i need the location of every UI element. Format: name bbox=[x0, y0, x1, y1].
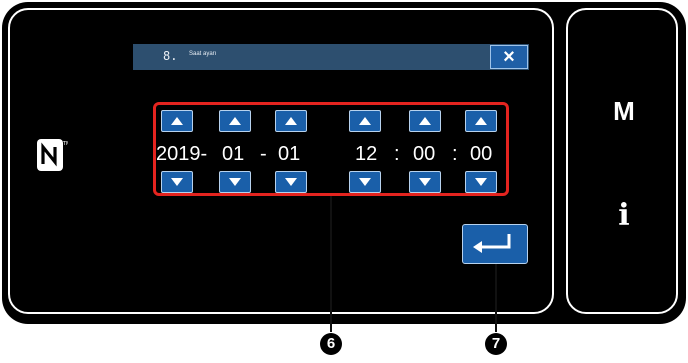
hour-up-button[interactable] bbox=[349, 110, 381, 132]
day-up-button[interactable] bbox=[275, 110, 307, 132]
day-down-button[interactable] bbox=[275, 171, 307, 193]
arrow-down-icon bbox=[171, 178, 183, 186]
year-value: 2019- bbox=[156, 143, 208, 165]
year-down-button[interactable] bbox=[161, 171, 193, 193]
callout-7: 7 bbox=[485, 333, 507, 355]
arrow-up-icon bbox=[171, 117, 183, 125]
info-button[interactable]: i bbox=[604, 198, 644, 233]
close-icon: × bbox=[503, 46, 515, 68]
second-up-button[interactable] bbox=[465, 110, 497, 132]
nfc-icon: TM bbox=[37, 139, 68, 171]
mode-button[interactable]: M bbox=[604, 96, 644, 127]
year-up-button[interactable] bbox=[161, 110, 193, 132]
month-value: 01 bbox=[222, 143, 245, 165]
hour-down-button[interactable] bbox=[349, 171, 381, 193]
enter-button[interactable] bbox=[462, 224, 528, 264]
arrow-up-icon bbox=[285, 117, 297, 125]
second-value: 00 bbox=[470, 143, 493, 165]
arrow-up-icon bbox=[419, 117, 431, 125]
date-separator: - bbox=[260, 143, 267, 165]
month-down-button[interactable] bbox=[219, 171, 251, 193]
arrow-down-icon bbox=[359, 178, 371, 186]
svg-text:TM: TM bbox=[62, 141, 68, 147]
second-down-button[interactable] bbox=[465, 171, 497, 193]
arrow-down-icon bbox=[419, 178, 431, 186]
callout-line-7 bbox=[495, 264, 497, 332]
dialog-title: Saat ayarı bbox=[189, 51, 217, 57]
dialog-titlebar: 8. Saat ayarı × bbox=[133, 44, 529, 70]
dialog-number: 8. bbox=[163, 49, 178, 63]
arrow-up-icon bbox=[359, 117, 371, 125]
callout-6: 6 bbox=[320, 333, 342, 355]
enter-icon bbox=[473, 234, 511, 253]
minute-up-button[interactable] bbox=[409, 110, 441, 132]
time-separator: : bbox=[394, 143, 400, 165]
arrow-down-icon bbox=[285, 178, 297, 186]
day-value: 01 bbox=[278, 143, 301, 165]
arrow-up-icon bbox=[229, 117, 241, 125]
month-up-button[interactable] bbox=[219, 110, 251, 132]
callout-line-6 bbox=[330, 196, 332, 332]
minute-down-button[interactable] bbox=[409, 171, 441, 193]
side-panel bbox=[566, 8, 678, 314]
arrow-up-icon bbox=[475, 117, 487, 125]
arrow-down-icon bbox=[229, 178, 241, 186]
time-separator: : bbox=[452, 143, 458, 165]
hour-value: 12 bbox=[355, 143, 378, 165]
arrow-down-icon bbox=[475, 178, 487, 186]
close-button[interactable]: × bbox=[490, 45, 528, 69]
minute-value: 00 bbox=[413, 143, 436, 165]
